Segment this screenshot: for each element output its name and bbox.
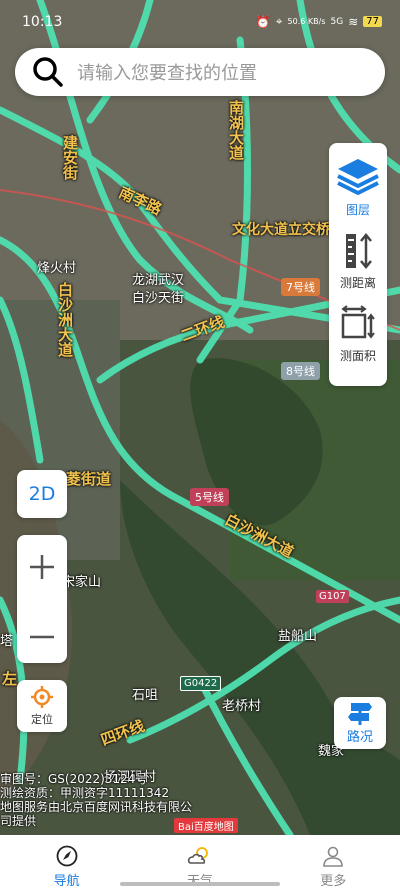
tab-weather[interactable]: 天气 [133,835,266,889]
copyright-line-4: 司提供 [0,814,37,828]
place-label-laoqiaocun: 老桥村 [222,699,262,714]
search-placeholder: 请输入您要查找的位置 [77,63,257,84]
view-mode-2d-button[interactable]: 2D [17,470,67,518]
home-indicator[interactable] [120,882,280,886]
tab-more-label: 更多 [320,874,347,889]
zoom-in-button[interactable] [17,537,67,597]
status-bar: 10:13 ⏰ ⌖ 50.6 KB/s 5G ≋ 77 [0,0,400,44]
road-label-wenhua: 文化大道立交桥 [232,222,330,238]
status-time: 10:13 [22,14,63,30]
place-label-fenghuo: 烽火村 [37,261,77,276]
minus-icon [30,635,54,639]
bottom-tab-bar: 导航 天气 更多 [0,835,400,889]
alarm-icon: ⏰ [255,14,271,29]
copyright-line-2: 测绘资质：甲测资字11111342 [0,786,170,800]
locate-label: 定位 [31,713,53,726]
place-label-shiju: 石咀 [132,688,159,703]
tab-more[interactable]: 更多 [267,835,400,889]
place-label-zhangjiashan: 宋家山 [62,575,102,590]
wifi-icon: ≋ [348,14,359,29]
zoom-out-button[interactable] [17,607,67,667]
tool-measure-distance-label: 测距离 [339,276,376,290]
navigation-icon [56,845,78,867]
metro-label-7: 7号线 [281,278,320,296]
map-copyright: 审图号：GS(2022)3124号 测绘资质：甲测资字11111342 地图服务… [0,772,192,828]
locate-button[interactable]: 定位 [17,680,67,732]
traffic-button[interactable]: 路况 [334,697,386,749]
measure-area-icon [341,305,375,339]
plus-icon [30,555,54,579]
road-label-lingjie: 菱街道 [66,470,112,488]
place-label-baisha-street: 白沙天街 [132,291,185,306]
road-label-baishazhou: 白沙洲大道 [56,282,74,357]
signpost-icon [348,703,372,725]
place-label-longhu: 龙湖武汉 [132,273,185,288]
search-bar[interactable]: 请输入您要查找的位置 [15,48,385,96]
search-icon [33,57,63,87]
road-label-zuo: 左 [2,670,18,688]
crosshair-icon [31,686,53,708]
tool-measure-area[interactable]: 测面积 [339,305,377,364]
place-label-tazi: 塔 [0,634,14,649]
map-tool-panel: 图层 测距离 测面积 [329,143,387,386]
signal-icon: 5G [330,16,344,27]
tool-measure-distance[interactable]: 测距离 [340,232,376,291]
copyright-line-1: 审图号：GS(2022)3124号 [0,772,148,786]
highway-label-g0422: G0422 [180,676,222,691]
tab-weather-label: 天气 [187,870,213,889]
road-label-jianan: 建安街 [61,135,79,180]
road-label-nanhu: 南湖大道 [227,100,245,160]
tab-navigation[interactable]: 导航 [0,835,133,889]
user-icon [323,846,344,867]
tool-measure-area-label: 测面积 [339,349,376,363]
tool-layers[interactable]: 图层 [336,157,380,218]
metro-label-8: 8号线 [281,362,320,380]
place-label-yanchuanshan: 盐船山 [278,629,318,644]
layers-icon [337,159,379,195]
status-icons: ⏰ ⌖ 50.6 KB/s 5G ≋ 77 [256,14,382,29]
copyright-line-3: 地图服务由北京百度网讯科技有限公 [0,800,193,814]
battery-icon: 77 [363,16,382,27]
weather-icon [187,847,208,864]
measure-distance-icon [345,233,372,269]
tool-layers-label: 图层 [345,203,370,217]
tab-navigation-label: 导航 [53,874,80,889]
baidu-map-logo: Bai百度地图 [174,818,238,833]
metro-label-5: 5号线 [190,488,229,506]
location-pin-icon: ⌖ [275,14,283,28]
traffic-label: 路况 [346,730,373,745]
highway-label-g107: G107 [316,590,349,603]
zoom-controls [17,535,67,663]
network-speed: 50.6 KB/s [287,17,326,26]
